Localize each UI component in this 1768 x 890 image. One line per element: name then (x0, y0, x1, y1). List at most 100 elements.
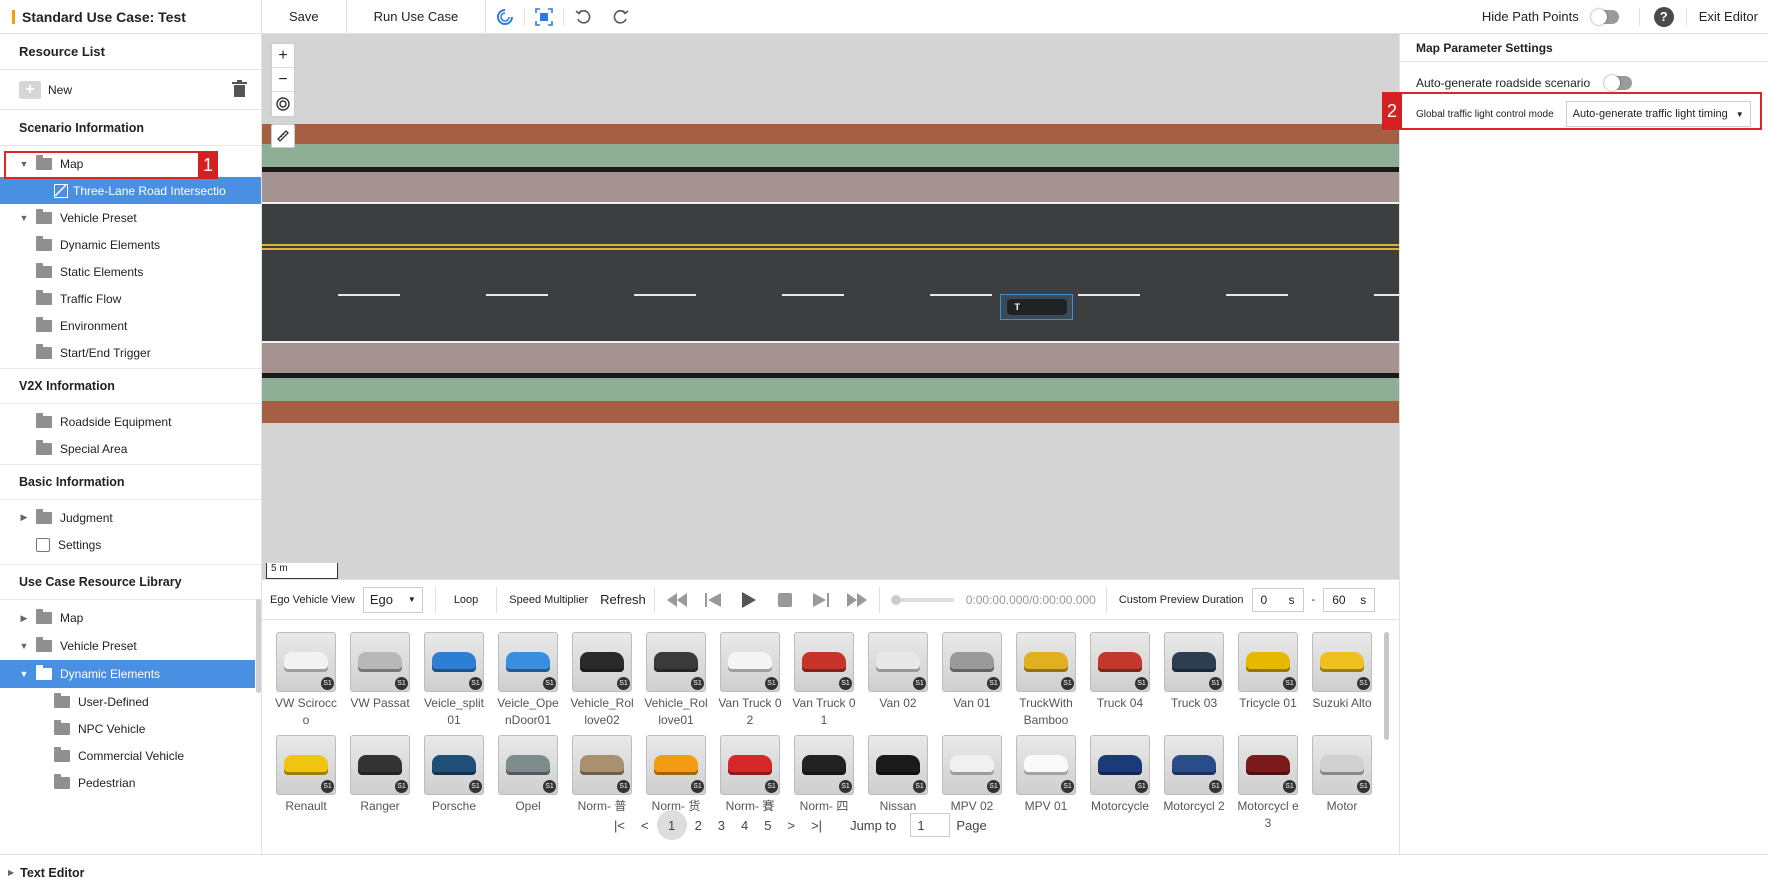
auto-roadside-toggle[interactable] (1604, 75, 1633, 91)
library-item-pedestrian[interactable]: Pedestrian (0, 769, 261, 796)
resource-card[interactable]: S1 Van 01 (940, 632, 1004, 729)
caret-down-icon[interactable]: ▼ (18, 213, 30, 223)
resource-card[interactable]: S1 VW Scirocco (274, 632, 338, 729)
run-use-case-button[interactable]: Run Use Case (347, 0, 487, 33)
exit-editor-button[interactable]: Exit Editor (1699, 9, 1758, 24)
skip-to-start-icon[interactable] (659, 592, 695, 607)
source-badge: S1 (987, 677, 1000, 690)
map-canvas[interactable]: T + − 5 m (262, 34, 1399, 579)
tree-item-environment[interactable]: Environment (0, 312, 261, 339)
next-page-button[interactable]: > (780, 818, 804, 833)
page-3-button[interactable]: 3 (710, 818, 733, 833)
library-item-user-defined[interactable]: User-Defined (0, 688, 261, 715)
resource-card[interactable]: S1 Ranger (348, 735, 412, 832)
caret-down-icon[interactable]: ▼ (18, 669, 30, 679)
prev-page-button[interactable]: < (633, 818, 657, 833)
vehicle-thumbnail: S1 (1238, 735, 1298, 795)
skip-to-end-icon[interactable] (839, 592, 875, 607)
tree-item-traffic-flow[interactable]: Traffic Flow (0, 285, 261, 312)
resource-card[interactable]: S1 Motor (1310, 735, 1374, 832)
tree-item-label: Static Elements (60, 264, 144, 279)
resource-card[interactable]: S1 Truck 03 (1162, 632, 1226, 729)
tree-item-judgment[interactable]: ▶ Judgment (0, 504, 261, 531)
page-2-button[interactable]: 2 (687, 818, 710, 833)
tree-item-start-end-trigger[interactable]: Start/End Trigger (0, 339, 261, 366)
slider-handle[interactable] (890, 594, 901, 605)
tree-item-vehicle-preset[interactable]: ▼ Vehicle Preset (0, 204, 261, 231)
stop-icon[interactable] (767, 592, 803, 607)
resource-card[interactable]: S1 VW Passat (348, 632, 412, 729)
resource-card[interactable]: S1 Tricycle 01 (1236, 632, 1300, 729)
resource-card[interactable]: S1 Vehicle_Rollove01 (644, 632, 708, 729)
plus-icon[interactable]: + (19, 80, 41, 99)
resource-card[interactable]: S1 Opel (496, 735, 560, 832)
help-icon[interactable]: ? (1653, 6, 1674, 27)
ego-view-select[interactable]: Ego ▼ (362, 586, 423, 613)
library-item-npc-vehicle[interactable]: NPC Vehicle (0, 715, 261, 742)
trash-icon[interactable] (232, 79, 247, 100)
resource-card[interactable]: S1 Veicle_split01 (422, 632, 486, 729)
caret-right-icon[interactable]: ▶ (18, 613, 30, 624)
loop-toggle[interactable]: Loop (440, 594, 492, 606)
duration-start-input[interactable]: 0 s (1251, 587, 1304, 612)
library-item-dynamic-elements[interactable]: ▼ Dynamic Elements (0, 660, 255, 688)
tree-item-settings[interactable]: Settings (0, 531, 261, 558)
measure-ruler-button[interactable] (271, 124, 295, 148)
page-5-button[interactable]: 5 (756, 818, 779, 833)
text-editor-bar[interactable]: ▶ Text Editor (0, 854, 1768, 890)
resource-card[interactable]: S1 TruckWith Bamboo (1014, 632, 1078, 729)
resource-card[interactable]: S1 MPV 01 (1014, 735, 1078, 832)
refresh-button[interactable]: Refresh (596, 592, 650, 607)
source-badge: S1 (543, 780, 556, 793)
resource-card[interactable]: S1 Vehicle_Rollove02 (570, 632, 634, 729)
source-badge: S1 (1209, 677, 1222, 690)
library-item-commercial-vehicle[interactable]: Commercial Vehicle (0, 742, 261, 769)
page-4-button[interactable]: 4 (733, 818, 756, 833)
resource-card[interactable]: S1 Van 02 (866, 632, 930, 729)
resource-card[interactable]: S1 Suzuki Alto (1310, 632, 1374, 729)
scenario-tree: ▼ Map Three-Lane Road Intersectio ▼ Vehi… (0, 146, 261, 366)
play-icon[interactable] (731, 591, 767, 608)
step-forward-icon[interactable] (803, 592, 839, 607)
sidebar-scrollbar[interactable] (256, 599, 261, 693)
recenter-button[interactable] (272, 92, 294, 116)
tree-item-roadside-equipment[interactable]: Roadside Equipment (0, 408, 261, 435)
tree-item-map-intersection[interactable]: Three-Lane Road Intersectio (0, 177, 261, 204)
resource-card[interactable]: S1 Truck 04 (1088, 632, 1152, 729)
hide-path-points-toggle[interactable] (1590, 8, 1619, 25)
tree-item-special-area[interactable]: Special Area (0, 435, 261, 462)
resource-card[interactable]: S1 Porsche (422, 735, 486, 832)
focus-frame-icon[interactable] (525, 0, 563, 33)
page-1-button[interactable]: 1 (656, 810, 687, 840)
step-back-icon[interactable] (695, 592, 731, 607)
refresh-spinner-icon[interactable] (486, 0, 524, 33)
resource-card[interactable]: S1 Motorcycle (1088, 735, 1152, 832)
timeline-slider[interactable] (890, 594, 954, 605)
caret-down-icon[interactable]: ▼ (18, 641, 30, 651)
new-button[interactable]: New (48, 83, 72, 97)
resource-card[interactable]: S1 Motorcycl 2 (1162, 735, 1226, 832)
undo-icon[interactable] (564, 0, 602, 33)
tree-item-static-elements[interactable]: Static Elements (0, 258, 261, 285)
save-button[interactable]: Save (262, 0, 347, 33)
vehicle-thumbnail: S1 (350, 735, 410, 795)
resource-card[interactable]: S1 Renault (274, 735, 338, 832)
zoom-in-button[interactable]: + (272, 44, 294, 68)
library-scrollbar[interactable] (1384, 632, 1389, 740)
redo-icon[interactable] (602, 0, 640, 33)
ego-vehicle-marker[interactable]: T (1000, 294, 1073, 320)
resource-card[interactable]: S1 Veicle_OpenDoor01 (496, 632, 560, 729)
duration-end-input[interactable]: 60 s (1323, 587, 1376, 612)
title-area: Standard Use Case: Test (0, 0, 262, 33)
caret-right-icon[interactable]: ▶ (18, 512, 30, 523)
jump-to-input[interactable]: 1 (910, 813, 951, 837)
resource-card[interactable]: S1 Van Truck 01 (792, 632, 856, 729)
library-item-vehicle-preset[interactable]: ▼ Vehicle Preset (0, 632, 261, 660)
tree-item-dynamic-elements[interactable]: Dynamic Elements (0, 231, 261, 258)
resource-card[interactable]: S1 Van Truck 02 (718, 632, 782, 729)
zoom-out-button[interactable]: − (272, 68, 294, 92)
resource-card[interactable]: S1 Motorcycl e 3 (1236, 735, 1300, 832)
last-page-button[interactable]: >| (803, 818, 830, 833)
first-page-button[interactable]: |< (606, 818, 633, 833)
library-item-map[interactable]: ▶ Map (0, 604, 261, 632)
